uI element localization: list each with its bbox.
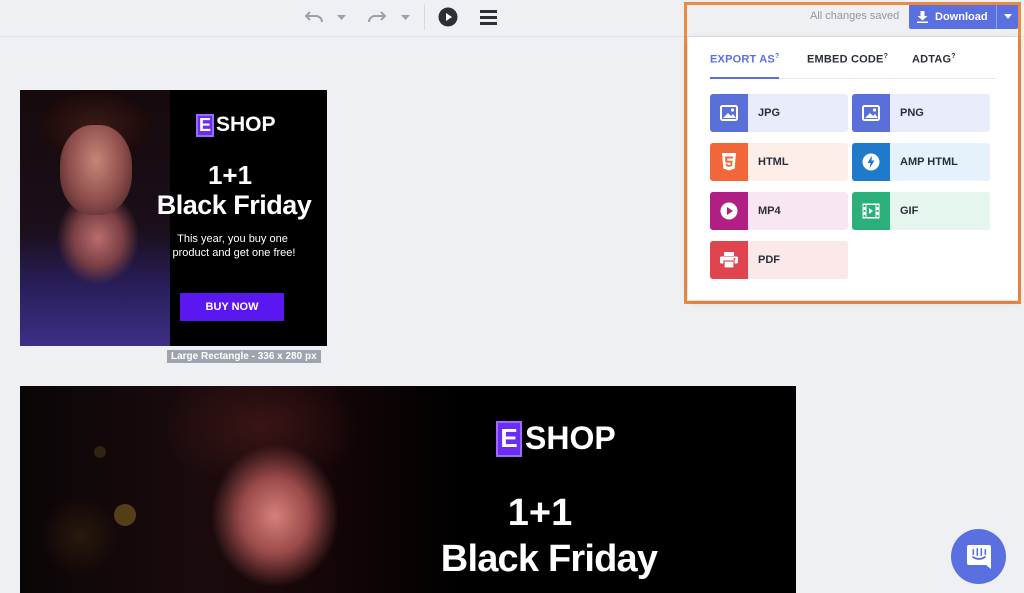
model-photo bbox=[20, 386, 460, 593]
eshop-logo: E SHOP bbox=[196, 113, 276, 137]
headline-black-friday: Black Friday bbox=[440, 538, 658, 580]
promo-subtext-line-2: product and get one free! bbox=[172, 247, 296, 259]
tab-label: EMBED CODE bbox=[807, 53, 884, 66]
eshop-logo: E SHOP bbox=[496, 420, 616, 457]
export-option-label: JPG bbox=[758, 107, 781, 119]
caret-down-icon bbox=[336, 14, 346, 20]
help-mark[interactable]: ? bbox=[775, 53, 779, 60]
export-popup: EXPORT AS? EMBED CODE? ADTAG? JPG PNG HT… bbox=[688, 37, 1018, 300]
image-icon bbox=[710, 94, 748, 132]
amp-lightning-icon bbox=[852, 143, 890, 181]
export-option-html[interactable]: HTML bbox=[710, 143, 848, 181]
tab-label: EXPORT AS bbox=[710, 53, 775, 66]
undo-button[interactable] bbox=[302, 6, 326, 28]
play-circle-icon bbox=[438, 7, 458, 27]
play-video-icon bbox=[710, 192, 748, 230]
redo-history-dropdown[interactable] bbox=[398, 6, 412, 28]
bokeh-light bbox=[94, 446, 106, 458]
export-option-amp-html[interactable]: AMP HTML bbox=[852, 143, 990, 181]
banner-preview-large-rectangle[interactable]: E SHOP 1+1 Black Friday This year, you b… bbox=[20, 90, 327, 346]
banner-preview-leaderboard[interactable]: E SHOP 1+1 Black Friday bbox=[20, 386, 796, 593]
hamburger-menu-icon bbox=[479, 9, 497, 25]
export-option-pdf[interactable]: PDF bbox=[710, 241, 848, 279]
export-option-label: GIF bbox=[900, 205, 919, 217]
buy-now-button[interactable]: BUY NOW bbox=[180, 293, 284, 321]
printer-icon bbox=[710, 241, 748, 279]
export-option-label: PDF bbox=[758, 254, 780, 266]
tab-embed-code[interactable]: EMBED CODE? bbox=[807, 53, 888, 79]
export-option-jpg[interactable]: JPG bbox=[710, 94, 848, 132]
model-photo-face bbox=[60, 125, 132, 215]
preview-play-button[interactable] bbox=[437, 6, 459, 28]
chat-launcher-button[interactable] bbox=[951, 529, 1006, 584]
undo-history-dropdown[interactable] bbox=[334, 6, 348, 28]
chat-icon bbox=[966, 544, 991, 569]
tab-adtag[interactable]: ADTAG? bbox=[912, 53, 956, 79]
menu-button[interactable] bbox=[477, 6, 499, 28]
export-option-label: AMP HTML bbox=[900, 156, 958, 168]
help-mark[interactable]: ? bbox=[951, 53, 955, 60]
bokeh-light bbox=[114, 504, 136, 526]
export-option-label: HTML bbox=[758, 156, 789, 168]
caret-down-icon bbox=[400, 14, 410, 20]
undo-icon bbox=[305, 11, 323, 23]
export-option-png[interactable]: PNG bbox=[852, 94, 990, 132]
toolbar-divider bbox=[424, 4, 425, 30]
html5-icon bbox=[710, 143, 748, 181]
export-option-label: PNG bbox=[900, 107, 924, 119]
eshop-logo-mark: E bbox=[196, 113, 214, 137]
headline-offer: 1+1 bbox=[207, 160, 253, 190]
eshop-logo-text: SHOP bbox=[216, 113, 276, 136]
eshop-logo-mark: E bbox=[496, 420, 522, 457]
tab-label: ADTAG bbox=[912, 53, 952, 66]
promo-subtext-line-1: This year, you buy one bbox=[177, 233, 288, 245]
image-icon bbox=[852, 94, 890, 132]
redo-icon bbox=[368, 11, 386, 23]
headline-black-friday: Black Friday bbox=[156, 190, 312, 220]
redo-button[interactable] bbox=[365, 6, 389, 28]
eshop-logo-text: SHOP bbox=[525, 420, 616, 456]
export-option-gif[interactable]: GIF bbox=[852, 192, 990, 230]
tab-export-as[interactable]: EXPORT AS? bbox=[710, 53, 780, 79]
film-icon bbox=[852, 192, 890, 230]
export-option-label: MP4 bbox=[758, 205, 781, 217]
banner-size-label: Large Rectangle - 336 x 280 px bbox=[167, 350, 321, 363]
export-tabs: EXPORT AS? EMBED CODE? ADTAG? bbox=[710, 49, 996, 79]
help-mark[interactable]: ? bbox=[884, 53, 888, 60]
export-option-mp4[interactable]: MP4 bbox=[710, 192, 848, 230]
headline-offer: 1+1 bbox=[507, 492, 573, 534]
